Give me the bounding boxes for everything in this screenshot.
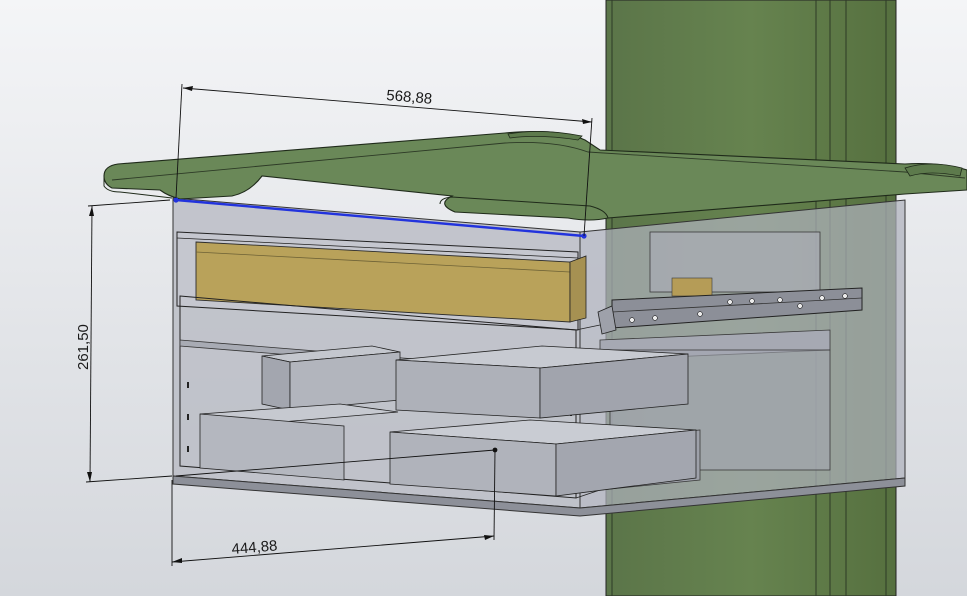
cad-viewport[interactable]: 568,88 261,50 444,88 bbox=[0, 0, 967, 596]
stored-box-back-left bbox=[261, 345, 401, 411]
stored-box-back-right bbox=[395, 345, 689, 419]
dimension-height-label[interactable]: 261,50 bbox=[75, 324, 92, 370]
model-canvas[interactable]: 568,88 261,50 444,88 bbox=[0, 0, 967, 596]
selected-edge-endpoint-left[interactable] bbox=[173, 197, 179, 203]
dimension-reference-point[interactable] bbox=[492, 447, 498, 453]
